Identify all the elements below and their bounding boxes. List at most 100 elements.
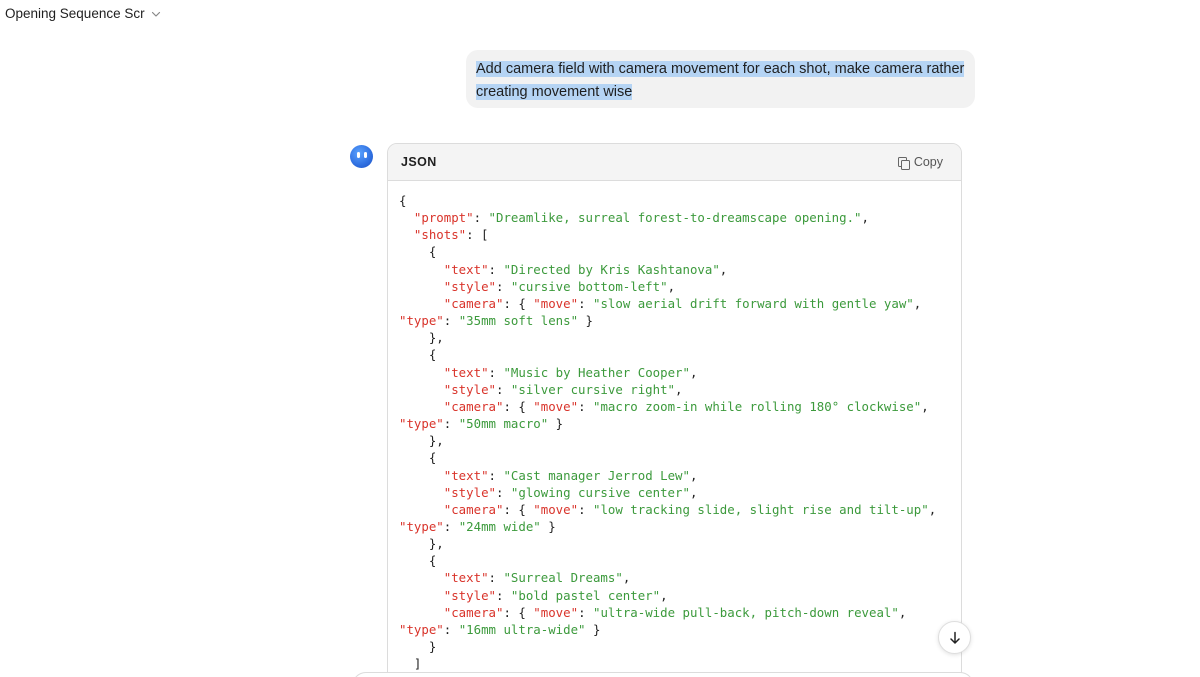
json-punctuation-token: }, [399,433,444,449]
json-punctuation-token [399,365,444,380]
json-punctuation-token: : [488,467,504,483]
code-line: { [399,243,961,260]
json-string-token: "ultra-wide pull-back, pitch-down reveal… [592,604,899,620]
json-punctuation-token: { [399,553,437,569]
code-line: } [399,638,961,655]
json-string-token: "slow aerial drift forward with gentle y… [592,295,914,311]
code-line: { [399,552,961,569]
json-punctuation-token: : { [503,501,534,517]
json-key-token: "text" [443,261,489,277]
json-string-token: "16mm ultra-wide" [458,621,586,637]
code-line: "style": "bold pastel center", [399,587,961,604]
json-key-token: "text" [443,364,489,380]
json-punctuation-token: : [488,261,504,277]
json-string-token: "50mm macro" [458,416,549,432]
json-punctuation-token: : [578,501,593,517]
code-line: "style": "cursive bottom-left", [399,278,961,295]
json-punctuation-token [399,570,444,585]
json-key-token: "style" [443,278,496,294]
json-key-token: "prompt" [413,210,474,226]
code-line: "text": "Cast manager Jerrod Lew", [399,467,961,484]
json-punctuation-token: } [399,639,437,655]
json-string-token: "low tracking slide, slight rise and til… [592,501,929,517]
json-punctuation-token: : [488,364,504,380]
code-line: "prompt": "Dreamlike, surreal forest-to-… [399,209,961,226]
json-string-token: "24mm wide" [458,518,541,534]
code-line: "type": "50mm macro" } [399,415,961,432]
code-line: }, [399,535,961,552]
user-message-text: Add camera field with camera movement fo… [476,58,965,104]
json-punctuation-token: , [913,295,922,311]
json-punctuation-token: { [399,193,407,208]
json-punctuation-token: : [578,398,593,414]
json-key-token: "move" [533,295,579,311]
code-line: "text": "Directed by Kris Kashtanova", [399,261,961,278]
json-punctuation-token: : [443,621,459,637]
json-punctuation-token [399,588,444,603]
json-punctuation-token: : [578,295,593,311]
json-punctuation-token: , [861,210,869,226]
code-line: }, [399,432,961,449]
json-punctuation-token [399,227,414,242]
code-line: { [399,449,961,466]
json-string-token: "glowing cursive center" [510,484,690,500]
copy-button[interactable]: Copy [897,155,943,170]
json-punctuation-token: : [ [466,227,489,243]
json-string-token: "Music by Heather Cooper" [503,364,690,380]
json-punctuation-token [399,399,444,414]
json-punctuation-token: : [495,278,511,294]
code-content[interactable]: { "prompt": "Dreamlike, surreal forest-t… [388,181,961,672]
json-punctuation-token: : [443,416,459,432]
json-punctuation-token: : { [503,604,534,620]
json-punctuation-token: } [578,313,593,329]
json-punctuation-token: , [689,484,698,500]
json-string-token: "silver cursive right" [510,381,676,397]
assistant-avatar [350,145,373,168]
message-composer[interactable] [352,672,974,677]
json-punctuation-token [399,502,444,517]
code-line: "camera": { "move": "ultra-wide pull-bac… [399,604,961,621]
code-line: "style": "glowing cursive center", [399,484,961,501]
json-string-token: "Dreamlike, surreal forest-to-dreamscape… [488,210,862,226]
json-key-token: "type" [399,416,444,432]
arrow-down-icon [949,631,960,644]
scroll-to-bottom-button[interactable] [938,621,971,654]
code-block: JSON Copy { "prompt": "Dreamlike, surrea… [387,143,962,677]
json-punctuation-token [399,210,414,225]
json-punctuation-token: ] [399,656,422,672]
json-punctuation-token: { [399,347,437,363]
conversation-title-dropdown[interactable]: Opening Sequence Scr [5,6,161,21]
code-line: ] [399,655,961,672]
json-punctuation-token: } [548,416,564,432]
code-line: "camera": { "move": "macro zoom-in while… [399,398,961,415]
code-line: }, [399,329,961,346]
json-punctuation-token: { [399,450,437,466]
json-punctuation-token: , [689,467,698,483]
json-punctuation-token: , [928,501,937,517]
selected-text: Add camera field with camera movement fo… [476,61,965,100]
json-key-token: "camera" [443,501,504,517]
json-punctuation-token: , [719,261,728,277]
copy-icon [897,156,910,170]
json-punctuation-token: { [399,244,437,260]
user-message-bubble: Add camera field with camera movement fo… [466,50,975,108]
json-punctuation-token: : [488,570,504,586]
json-key-token: "camera" [443,604,504,620]
json-punctuation-token: : [495,587,511,603]
json-key-token: "text" [443,570,489,586]
json-key-token: "text" [443,467,489,483]
json-string-token: "bold pastel center" [510,587,661,603]
json-punctuation-token: : [473,210,489,226]
json-key-token: "style" [443,587,496,603]
json-string-token: "35mm soft lens" [458,313,579,329]
json-punctuation-token [399,605,444,620]
json-key-token: "type" [399,313,444,329]
json-key-token: "style" [443,381,496,397]
copy-button-label: Copy [913,155,943,169]
json-punctuation-token: } [585,621,601,637]
json-punctuation-token: : [495,484,511,500]
code-line: { [399,192,961,209]
json-punctuation-token: , [675,381,683,397]
code-line: "camera": { "move": "slow aerial drift f… [399,295,961,312]
json-key-token: "move" [533,501,579,517]
